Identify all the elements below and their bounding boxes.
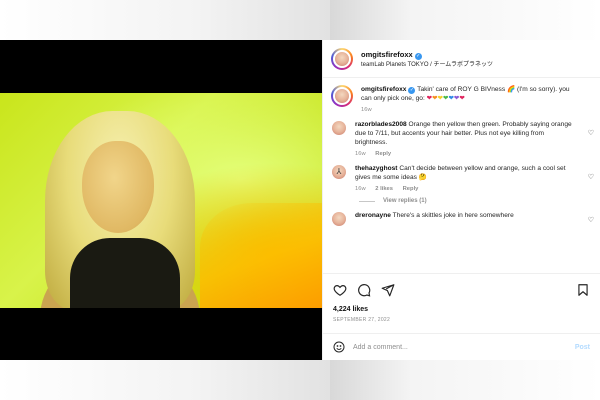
photo-face — [82, 141, 154, 233]
comment-body: thehazyghost Can't decide between yellow… — [355, 164, 592, 192]
caption-username[interactable]: omgitsfirefoxx — [361, 86, 406, 93]
comments-list[interactable]: omgitsfirefoxx ✓ Takin' care of ROY G BIV… — [323, 78, 600, 273]
commenter-avatar[interactable] — [331, 120, 347, 136]
caption-hearts: ❤❤❤❤❤❤❤ — [427, 95, 465, 102]
comment-icon[interactable] — [357, 283, 371, 297]
bookmark-icon[interactable] — [576, 283, 590, 297]
add-comment-bar: Add a comment... Post — [323, 333, 600, 360]
post-sidebar: omgitsfirefoxx ✓ teamLab Planets TOKYO / … — [322, 40, 600, 360]
author-username[interactable]: omgitsfirefoxx — [361, 50, 413, 59]
instagram-post: omgitsfirefoxx ✓ teamLab Planets TOKYO / … — [0, 40, 600, 360]
verified-badge-icon: ✓ — [408, 87, 416, 94]
comment-text-wrap: thehazyghost Can't decide between yellow… — [355, 164, 578, 182]
comment-like-heart-icon[interactable]: ♡ — [588, 129, 594, 137]
header-text: omgitsfirefoxx ✓ teamLab Planets TOKYO / … — [361, 47, 493, 71]
post-comment-button[interactable]: Post — [575, 344, 590, 351]
action-icons — [333, 282, 590, 298]
comment-username[interactable]: dreronayne — [355, 212, 391, 219]
author-avatar[interactable] — [331, 47, 353, 70]
comment-item: ⅄ thehazyghost Can't decide between yell… — [323, 157, 600, 192]
caption-avatar[interactable] — [331, 85, 353, 107]
heart-icon[interactable] — [333, 283, 347, 297]
share-icon[interactable] — [381, 283, 395, 297]
comment-text-wrap: dreronayne There's a skittles joke in he… — [355, 211, 578, 220]
post-header: omgitsfirefoxx ✓ teamLab Planets TOKYO / … — [323, 40, 600, 78]
comment-text-wrap: razorblades2008 Orange then yellow then … — [355, 120, 578, 147]
comment-meta: 16w 2 likes Reply — [355, 186, 578, 192]
commenter-avatar[interactable] — [331, 211, 347, 227]
comment-likes[interactable]: 2 likes — [375, 186, 393, 192]
comment-username[interactable]: razorblades2008 — [355, 121, 407, 128]
smile-icon[interactable] — [333, 341, 345, 353]
photo-top — [70, 238, 180, 308]
post-location[interactable]: teamLab Planets TOKYO / チームラボプラネッツ — [361, 60, 493, 71]
likes-count[interactable]: 4,224 likes — [333, 306, 590, 313]
commenter-avatar[interactable]: ⅄ — [331, 164, 347, 180]
view-replies-button[interactable]: View replies (1) — [323, 192, 600, 204]
comment-text: There's a skittles joke in here somewher… — [392, 212, 514, 219]
comment-username[interactable]: thehazyghost — [355, 165, 398, 172]
post-date: SEPTEMBER 27, 2022 — [333, 317, 391, 323]
post-media[interactable] — [0, 40, 322, 360]
comment-body: razorblades2008 Orange then yellow then … — [355, 120, 592, 157]
comment-time[interactable]: 16w — [355, 186, 366, 192]
comment-like-heart-icon[interactable]: ♡ — [588, 216, 594, 224]
caption: omgitsfirefoxx ✓ Takin' care of ROY G BIV… — [323, 78, 600, 113]
light-streak — [200, 203, 322, 308]
verified-badge-icon: ✓ — [414, 52, 422, 60]
comment-item: razorblades2008 Orange then yellow then … — [323, 113, 600, 157]
post-actions: 4,224 likes SEPTEMBER 27, 2022 — [323, 273, 600, 333]
comment-item: dreronayne There's a skittles joke in he… — [323, 204, 600, 227]
comment-body: dreronayne There's a skittles joke in he… — [355, 211, 592, 227]
comment-like-heart-icon[interactable]: ♡ — [588, 173, 594, 181]
reply-button[interactable]: Reply — [403, 186, 419, 192]
caption-text-wrap: omgitsfirefoxx ✓ Takin' care of ROY G BIV… — [361, 85, 578, 103]
view-replies-dash — [359, 200, 375, 202]
comment-input[interactable]: Add a comment... — [353, 344, 575, 351]
heart-emoji-icon: ❤ — [459, 95, 465, 102]
caption-body: omgitsfirefoxx ✓ Takin' care of ROY G BIV… — [361, 85, 592, 113]
post-photo — [0, 93, 322, 308]
